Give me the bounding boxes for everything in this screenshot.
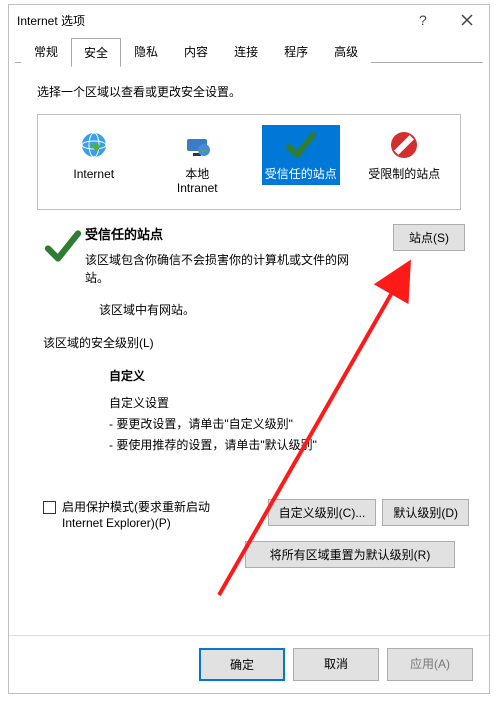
apply-button[interactable]: 应用(A): [387, 648, 473, 681]
svg-text:?: ?: [419, 13, 427, 27]
title-bar: Internet 选项 ?: [9, 5, 489, 35]
security-level-box: 自定义 自定义设置 - 要更改设置，请单击"自定义级别" - 要使用推荐的设置，…: [37, 359, 461, 465]
protected-mode-label: 启用保护模式(要求重新启动 Internet Explorer)(P): [62, 499, 252, 531]
tab-privacy[interactable]: 隐私: [121, 37, 171, 66]
tab-general[interactable]: 常规: [21, 37, 71, 66]
zone-intranet[interactable]: 本地 Intranet: [158, 125, 236, 199]
zone-list: Internet 本地 Intranet 受信任的站点 受限制的站点: [37, 114, 461, 210]
reset-all-zones-button[interactable]: 将所有区域重置为默认级别(R): [245, 541, 455, 568]
sites-button[interactable]: 站点(S): [393, 224, 465, 251]
window-buttons: ?: [401, 5, 489, 35]
trusted-check-icon: [41, 224, 85, 268]
tab-advanced[interactable]: 高级: [321, 37, 371, 66]
custom-title: 自定义: [109, 367, 453, 384]
security-panel: 选择一个区域以查看或更改安全设置。 Internet 本地 Intranet 受…: [17, 63, 481, 578]
internet-options-dialog: Internet 选项 ? 常规 安全 隐私 内容 连接 程序 高级 选择一个区…: [8, 4, 490, 694]
default-level-button[interactable]: 默认级别(D): [382, 499, 469, 526]
zone-restricted[interactable]: 受限制的站点: [365, 125, 443, 185]
zone-has-sites: 该区域中有网站。: [99, 301, 465, 318]
ok-button[interactable]: 确定: [199, 648, 285, 681]
selected-zone-desc: 该区域包含你确信不会损害你的计算机或文件的网站。: [85, 251, 367, 287]
zone-internet[interactable]: Internet: [55, 125, 133, 185]
tab-programs[interactable]: 程序: [271, 37, 321, 66]
cancel-button[interactable]: 取消: [293, 648, 379, 681]
zone-trusted[interactable]: 受信任的站点: [262, 125, 340, 185]
tab-content[interactable]: 内容: [171, 37, 221, 66]
custom-line3: - 要使用推荐的设置，请单击"默认级别": [109, 436, 453, 454]
zone-instruction: 选择一个区域以查看或更改安全设置。: [37, 83, 473, 100]
close-button[interactable]: [445, 5, 489, 35]
custom-line1: 自定义设置: [109, 394, 453, 412]
tab-connections[interactable]: 连接: [221, 37, 271, 66]
dialog-buttons: 确定 取消 应用(A): [9, 635, 489, 693]
tab-strip: 常规 安全 隐私 内容 连接 程序 高级: [15, 37, 483, 63]
selected-zone-title: 受信任的站点: [85, 224, 367, 243]
window-title: Internet 选项: [17, 12, 85, 29]
security-level-group-label: 该区域的安全级别(L): [43, 334, 465, 351]
custom-level-button[interactable]: 自定义级别(C)...: [268, 499, 377, 526]
help-button[interactable]: ?: [401, 5, 445, 35]
custom-line2: - 要更改设置，请单击"自定义级别": [109, 415, 453, 433]
protected-mode-checkbox[interactable]: [43, 501, 56, 514]
